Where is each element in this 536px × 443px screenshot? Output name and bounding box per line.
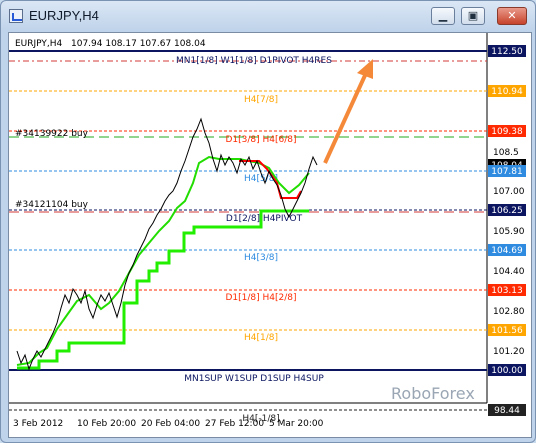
time-label: 20 Feb 04:00 [141,419,200,429]
price-tick: 108.5 [493,148,519,158]
time-label: 3 Feb 2012 [13,419,63,429]
title-bar[interactable]: EURJPY,H4 ▁ ▣ ✕ [1,1,535,31]
svg-text:100.00: 100.00 [491,366,523,376]
level-label-d1-1-8: D1[1/8] H4[2/8] [225,293,296,303]
window-title: EURJPY,H4 [29,8,99,23]
time-label: 27 Feb 12:00 [205,419,264,429]
svg-text:106.25: 106.25 [491,206,523,216]
svg-text:112.50: 112.50 [491,47,523,57]
price-box-110-94: 110.94 [488,85,526,97]
price-box-101-56: 101.56 [488,324,526,336]
close-button[interactable]: ✕ [497,7,527,25]
symbol-label: EURJPY,H4 [15,39,63,49]
order-label-2: #34121104 buy [15,200,89,210]
svg-text:101.56: 101.56 [491,326,523,336]
price-box-107-81: 107.81 [488,165,526,177]
price-path [16,117,318,371]
time-label: 10 Feb 20:00 [77,419,136,429]
price-box-106-25: 106.25 [488,204,526,216]
svg-text:110.94: 110.94 [491,87,523,97]
level-label-res: MN1[1/8] W1[1/8] D1PIVOT H4RES [176,56,332,66]
restore-button[interactable]: ▣ [461,7,485,25]
price-chart: MN1[1/8] W1[1/8] D1PIVOT H4RES H4[7/8] D… [9,33,526,429]
level-label-h4-7-8: H4[7/8] [244,95,278,105]
watermark: RoboForex [391,384,475,403]
svg-text:104.69: 104.69 [491,246,523,256]
minimize-button[interactable]: ▁ [431,7,455,25]
price-box-104-69: 104.69 [488,244,526,256]
price-tick: 104.40 [493,267,525,277]
svg-text:107.81: 107.81 [491,167,523,177]
price-tick: 107.00 [493,187,525,197]
price-tick: 105.90 [493,227,525,237]
ohlc-readout: 107.94 108.17 107.67 108.04 [71,39,206,49]
price-box-103-13: 103.13 [488,284,526,296]
forecast-arrow-head [357,59,373,79]
svg-text:103.13: 103.13 [491,286,523,296]
svg-text:109.38: 109.38 [491,127,523,137]
level-label-pivot: D1[2/8] H4PIVOT [226,214,303,224]
price-box-98-44: 98.44 [488,404,526,416]
level-label-h4-3-8: H4[3/8] [244,253,278,263]
price-box-100-00: 100.00 [488,364,526,376]
price-tick: 102.80 [493,307,525,317]
level-label-d1-3-8: D1[3/8] H4[6/8] [225,135,296,145]
forecast-arrow [323,70,369,164]
level-label-sup: MN1SUP W1SUP D1SUP H4SUP [184,374,324,384]
chart-window: EURJPY,H4 ▁ ▣ ✕ MN1[1/8] W1[1/8] D1PIVOT… [0,0,536,443]
level-label-h4-1-8: H4[1/8] [244,333,278,343]
price-tick: 101.20 [493,347,525,357]
price-box-112-50: 112.50 [488,45,526,57]
time-label: 5 Mar 20:00 [269,419,324,429]
price-box-109-38: 109.38 [488,125,526,137]
chart-app-icon [9,9,23,23]
order-label-1: #34139922 buy [15,129,89,139]
chart-area[interactable]: MN1[1/8] W1[1/8] D1PIVOT H4RES H4[7/8] D… [8,32,532,438]
svg-text:98.44: 98.44 [494,406,520,416]
